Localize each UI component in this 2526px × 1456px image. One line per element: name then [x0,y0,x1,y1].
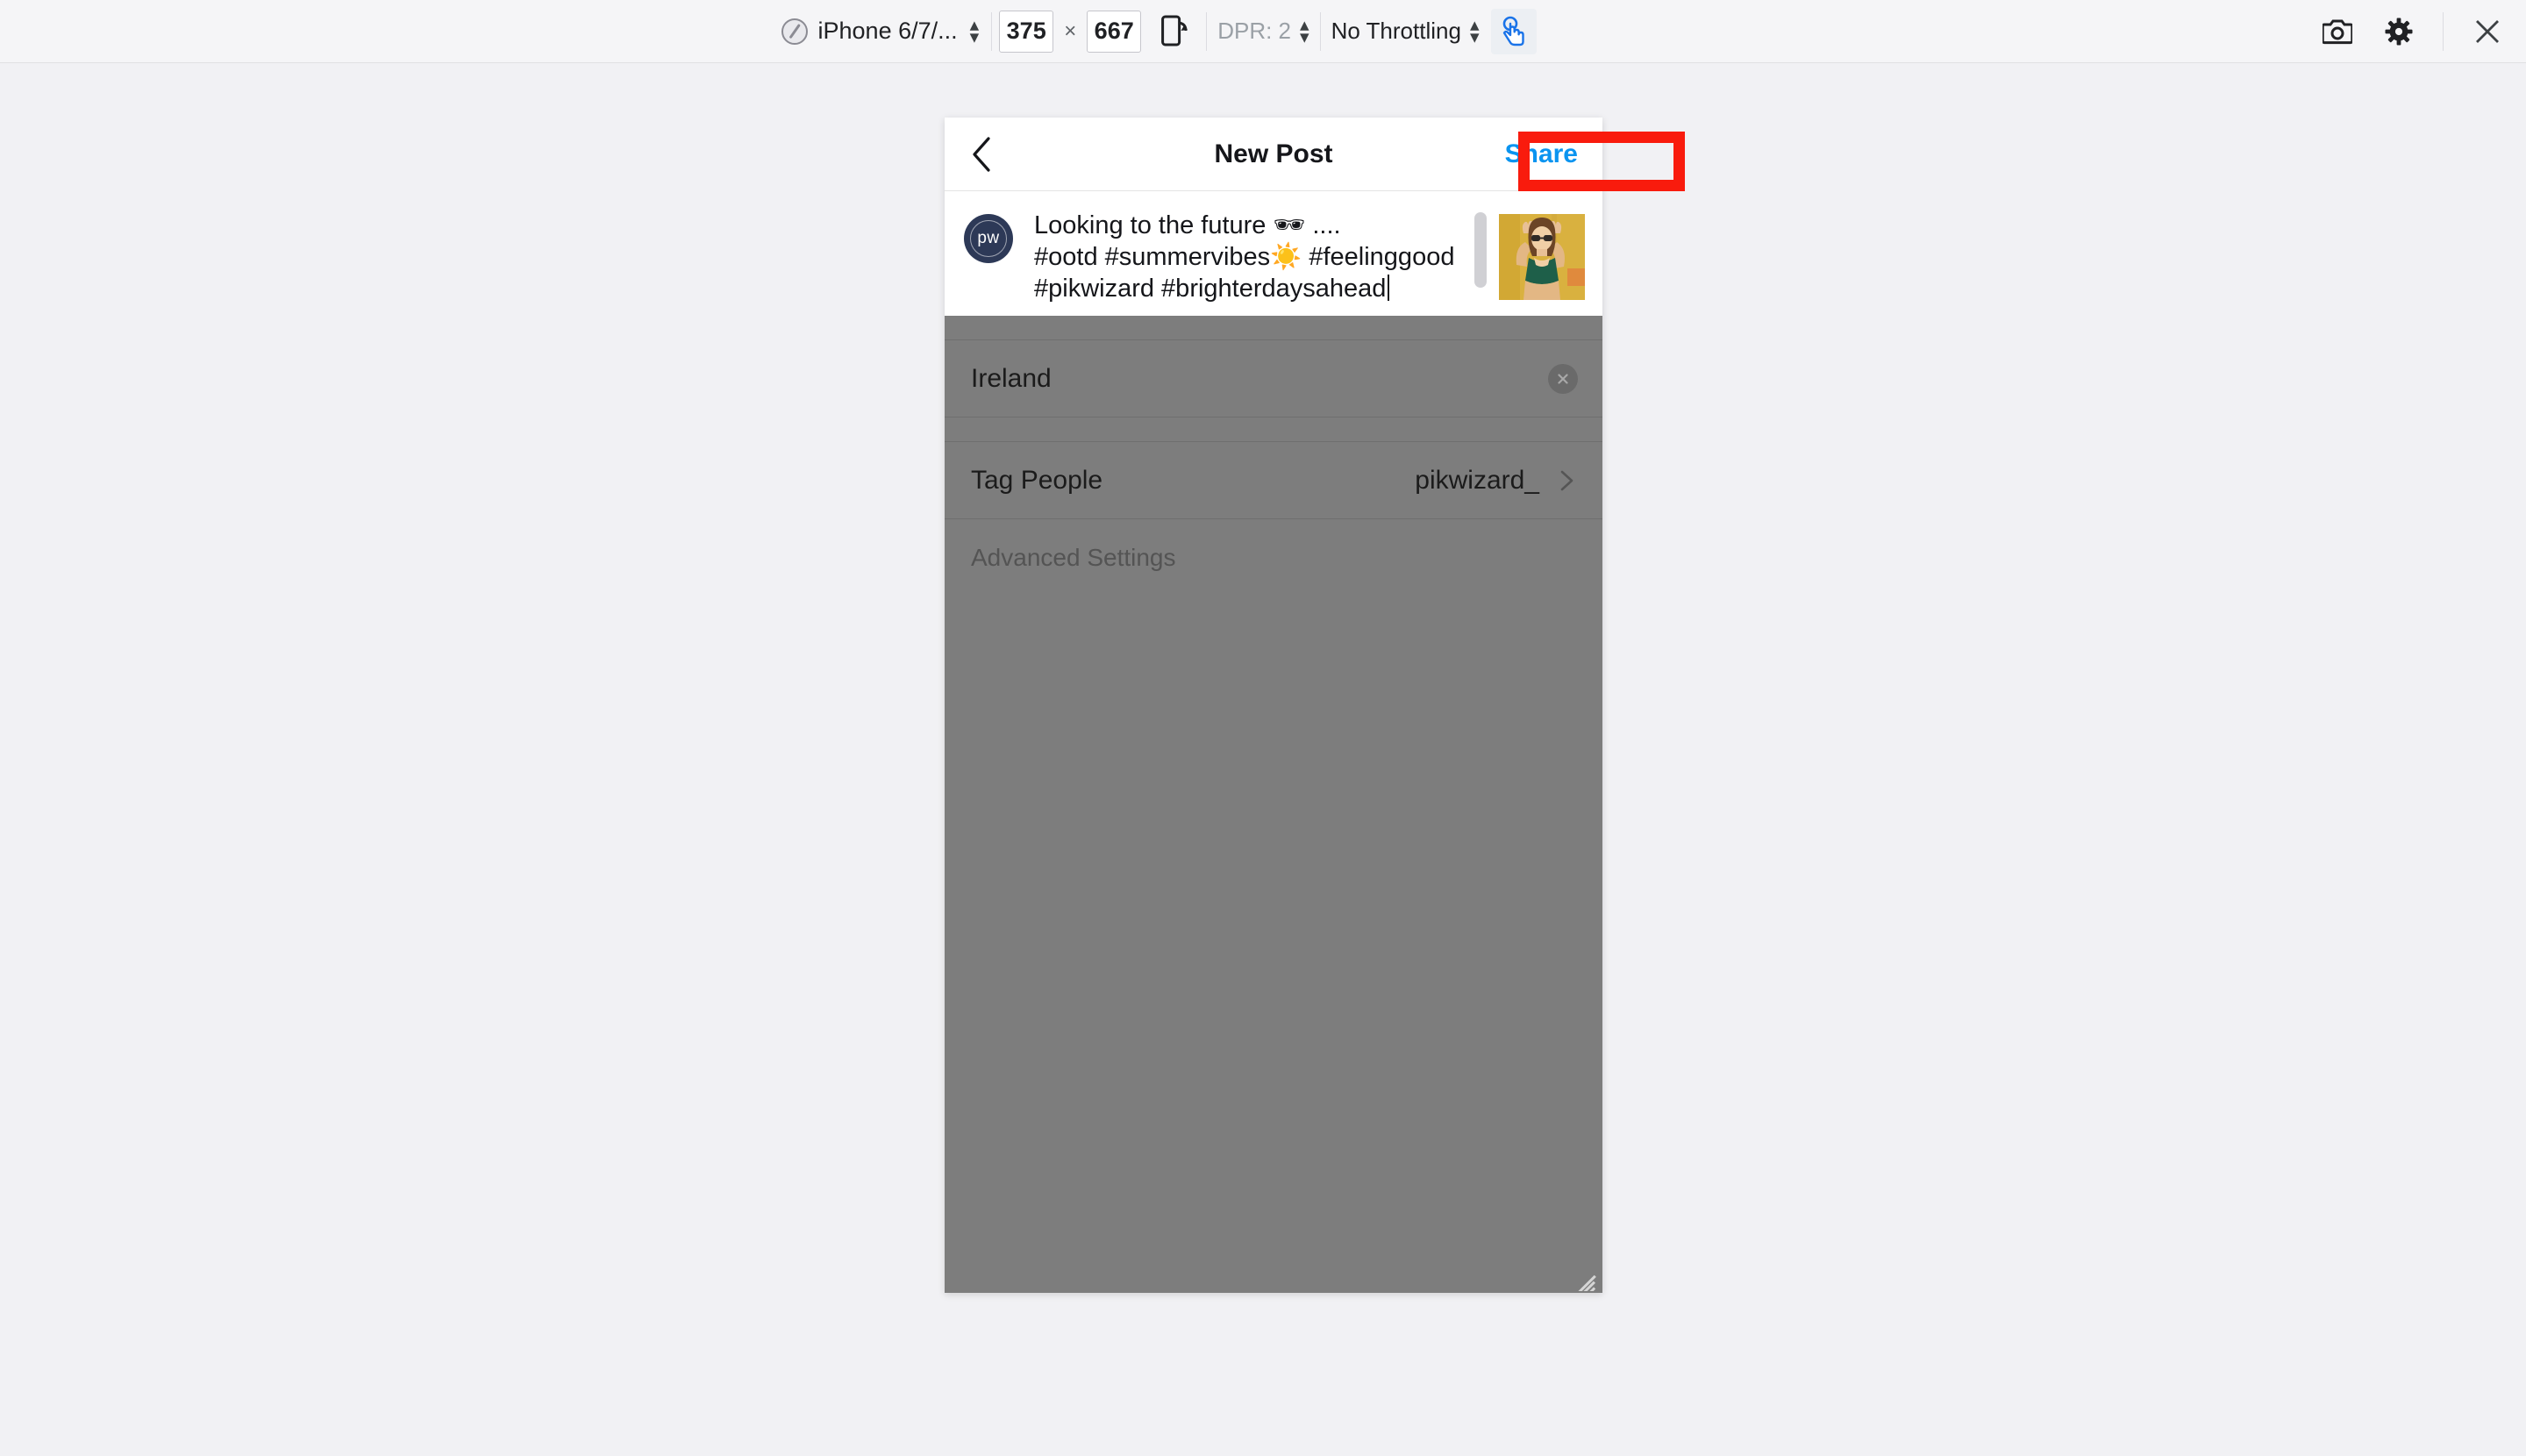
avatar-initials: pw [977,229,1000,247]
viewport-width-input[interactable]: 375 [999,10,1054,53]
back-chevron-icon [973,136,990,172]
resize-handle[interactable] [1571,1261,1601,1291]
network-throttling-selector[interactable]: No Throttling ▴ ▾ [1328,15,1483,47]
options-top-gap [945,316,1602,340]
tag-people-label: Tag People [971,465,1103,495]
caption-editor-block[interactable]: pw Looking to the future 🕶 .... #ootd #s… [945,191,1602,316]
clear-circle-x-icon [1558,373,1568,384]
toolbar-divider-3 [1319,11,1321,51]
toolbar-controls-group: iPhone 6/7/... ▴ ▾ 375 × 667 DPR: 2 ▴ ▾ No… [776,0,1538,63]
location-row[interactable]: Ireland [945,340,1602,418]
tag-people-value: pikwizard_ [1415,465,1539,495]
toolbar-divider-2 [1206,11,1208,51]
touch-cursor-icon [1503,16,1525,46]
toolbar-divider-1 [991,11,993,51]
viewport-height-input[interactable]: 667 [1087,10,1142,53]
toolbar-right-actions [2313,7,2526,56]
rotate-device-button[interactable] [1150,7,1199,56]
post-options-overlay: Ireland Tag People pikwizard_ Advanced S… [945,316,1602,1293]
caption-line-3: #pikwizard #brighterdaysahead [1034,274,1387,303]
dpr-label-text: DPR: 2 [1217,18,1292,44]
tag-people-row[interactable]: Tag People pikwizard_ [945,442,1602,519]
touch-emulation-button[interactable] [1491,8,1538,54]
caption-scrollbar[interactable] [1474,212,1487,288]
post-photo-thumbnail[interactable] [1499,214,1585,300]
camera-icon [2323,19,2352,44]
new-post-header: New Post Share [945,118,1602,191]
chevron-updown-icon: ▴ ▾ [969,15,980,47]
text-caret [1388,274,1390,301]
clear-location-button[interactable] [1548,363,1578,394]
close-devtools-button[interactable] [2463,7,2512,56]
photo-thumbnail-image [1499,214,1585,300]
caption-line-2: #ootd #summervibes☀️ #feelinggood [1034,242,1455,271]
advanced-settings-label: Advanced Settings [971,544,1176,571]
devtools-settings-button[interactable] [2374,7,2423,56]
dimension-separator: × [1064,18,1077,43]
devtools-device-toolbar: iPhone 6/7/... ▴ ▾ 375 × 667 DPR: 2 ▴ ▾ No… [0,0,2526,63]
gear-icon [2385,18,2413,45]
advanced-settings-row[interactable]: Advanced Settings [945,519,1602,596]
share-button[interactable]: Share [1499,135,1583,173]
chevron-right-icon[interactable] [1555,469,1578,492]
avatar: pw [964,214,1013,263]
location-value: Ireland [971,363,1052,393]
back-button[interactable] [945,118,1018,191]
throttling-label-text: No Throttling [1331,18,1461,44]
options-gap [945,418,1602,442]
chevron-updown-icon: ▴ ▾ [1300,15,1309,47]
device-selector[interactable]: iPhone 6/7/... ▴ ▾ [776,9,985,54]
capture-screenshot-button[interactable] [2313,7,2362,56]
caption-line-1: Looking to the future 🕶 .... [1034,211,1341,239]
toolbar-divider-4 [2443,11,2444,51]
device-selector-label: iPhone 6/7/... [817,18,958,44]
device-pixel-ratio-selector[interactable]: DPR: 2 ▴ ▾ [1214,15,1312,47]
chevron-updown-icon: ▴ ▾ [1469,15,1480,47]
rotate-device-icon [1161,15,1188,46]
close-icon [2476,19,2499,43]
device-viewport: New Post Share pw Looking to the future … [945,118,1602,1293]
caption-input[interactable]: Looking to the future 🕶 .... #ootd #summ… [1013,211,1499,316]
device-toggle-icon [781,18,808,45]
